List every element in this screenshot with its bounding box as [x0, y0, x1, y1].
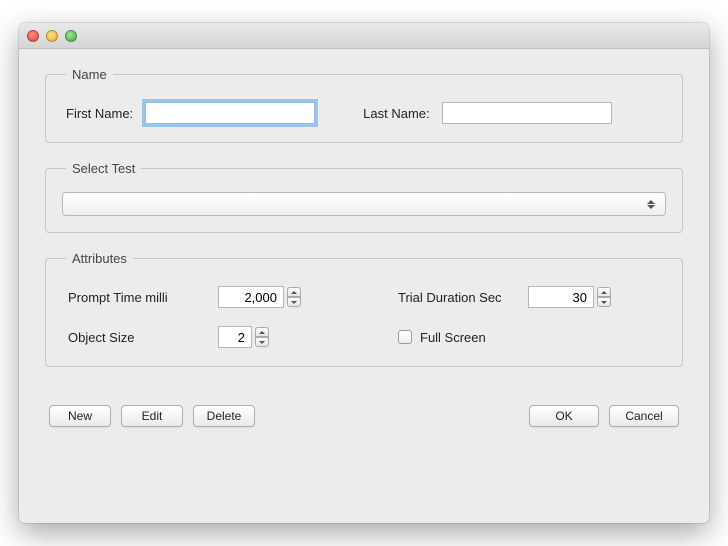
object-size-step-down[interactable] [255, 337, 269, 347]
delete-button[interactable]: Delete [193, 405, 255, 427]
first-name-input[interactable] [145, 102, 315, 124]
trial-duration-label: Trial Duration Sec [398, 290, 528, 305]
cancel-button[interactable]: Cancel [609, 405, 679, 427]
dialog-window: Name First Name: Last Name: Select Test [19, 23, 709, 523]
close-icon[interactable] [27, 30, 39, 42]
content-area: Name First Name: Last Name: Select Test [19, 49, 709, 445]
object-size-step-up[interactable] [255, 327, 269, 337]
full-screen-checkbox[interactable]: Full Screen [398, 330, 658, 345]
checkbox-icon[interactable] [398, 330, 412, 344]
button-bar: New Edit Delete OK Cancel [45, 385, 683, 427]
prompt-time-label: Prompt Time milli [68, 290, 218, 305]
select-test-legend: Select Test [66, 161, 141, 176]
select-test-group: Select Test [45, 161, 683, 233]
last-name-input[interactable] [442, 102, 612, 124]
test-select[interactable] [62, 192, 666, 216]
updown-icon [643, 200, 659, 209]
object-size-spinner[interactable] [218, 326, 338, 348]
object-size-input[interactable] [218, 326, 252, 348]
trial-duration-step-up[interactable] [597, 287, 611, 297]
first-name-label: First Name: [66, 106, 133, 121]
full-screen-label: Full Screen [420, 330, 486, 345]
prompt-time-step-down[interactable] [287, 297, 301, 307]
prompt-time-input[interactable] [218, 286, 284, 308]
traffic-lights [27, 30, 77, 42]
attributes-group: Attributes Prompt Time milli Trial Durat… [45, 251, 683, 367]
new-button[interactable]: New [49, 405, 111, 427]
prompt-time-spinner[interactable] [218, 286, 338, 308]
attributes-legend: Attributes [66, 251, 133, 266]
name-group: Name First Name: Last Name: [45, 67, 683, 143]
zoom-icon[interactable] [65, 30, 77, 42]
trial-duration-step-down[interactable] [597, 297, 611, 307]
minimize-icon[interactable] [46, 30, 58, 42]
last-name-label: Last Name: [363, 106, 429, 121]
titlebar [19, 23, 709, 49]
object-size-label: Object Size [68, 330, 218, 345]
ok-button[interactable]: OK [529, 405, 599, 427]
prompt-time-step-up[interactable] [287, 287, 301, 297]
trial-duration-spinner[interactable] [528, 286, 658, 308]
edit-button[interactable]: Edit [121, 405, 183, 427]
trial-duration-input[interactable] [528, 286, 594, 308]
name-group-legend: Name [66, 67, 113, 82]
